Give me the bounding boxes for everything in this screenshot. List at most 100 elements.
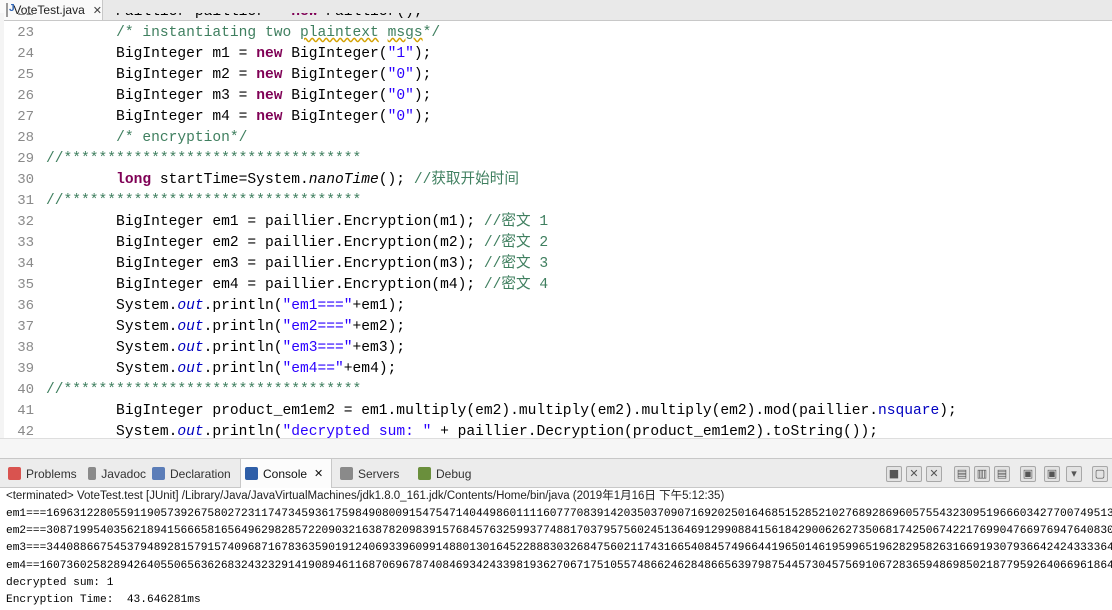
line-number: 40 bbox=[17, 382, 34, 398]
code-token: "em1===" bbox=[282, 298, 353, 314]
code-token: BigInteger em1 = paillier.Encryption(m1)… bbox=[46, 214, 484, 230]
code-token: "0" bbox=[387, 67, 414, 83]
code-token: +em3); bbox=[352, 340, 406, 356]
code-token: BigInteger em3 = paillier.Encryption(m3)… bbox=[46, 256, 484, 272]
code-token: System. bbox=[46, 298, 178, 314]
debug-icon bbox=[418, 467, 431, 480]
remove-launch-icon[interactable]: ✕ bbox=[906, 466, 922, 482]
terminate-icon[interactable]: ■ bbox=[886, 466, 902, 482]
code-token: (); bbox=[378, 172, 414, 188]
code-token: System. bbox=[46, 361, 178, 377]
code-token: "em2===" bbox=[282, 319, 353, 335]
tab-console[interactable]: Console ✕ bbox=[240, 459, 332, 488]
code-text: //********************************** bbox=[46, 380, 361, 401]
code-text: System.out.println("em4=="+em4); bbox=[46, 359, 396, 380]
pin-console-icon[interactable]: ▣ bbox=[1020, 466, 1036, 482]
code-token: ); bbox=[413, 88, 432, 104]
code-token: ); bbox=[413, 46, 432, 62]
clear-console-icon[interactable]: ▤ bbox=[954, 466, 970, 482]
code-token: System. bbox=[46, 340, 178, 356]
javadoc-icon bbox=[88, 467, 97, 480]
problems-icon bbox=[8, 467, 21, 480]
code-text: BigInteger em4 = paillier.Encryption(m4)… bbox=[46, 275, 548, 296]
line-number: 24 bbox=[17, 46, 34, 62]
code-token: BigInteger( bbox=[282, 88, 388, 104]
open-console-icon[interactable]: ▣ bbox=[1044, 466, 1060, 482]
code-token: "em4==" bbox=[282, 361, 344, 377]
code-token: .println( bbox=[203, 424, 283, 438]
code-line: 35 BigInteger em4 = paillier.Encryption(… bbox=[0, 275, 1112, 296]
code-text: BigInteger m4 = new BigInteger("0"); bbox=[46, 107, 431, 128]
code-token: nsquare bbox=[877, 403, 940, 419]
declaration-icon bbox=[152, 467, 165, 480]
tab-servers[interactable]: Servers bbox=[336, 459, 412, 488]
code-line: 29 //********************************** bbox=[0, 149, 1112, 170]
code-token: BigInteger m3 = bbox=[46, 88, 257, 104]
code-line: 30 long startTime=System.nanoTime(); //获… bbox=[0, 170, 1112, 191]
code-editor[interactable]: 22 Paillier paillier = new Paillier();23… bbox=[0, 13, 1112, 438]
code-token: BigInteger em2 = paillier.Encryption(m2)… bbox=[46, 235, 484, 251]
code-token: //密文 1 bbox=[483, 214, 549, 230]
console-view[interactable]: <terminated> VoteTest.test [JUnit] /Libr… bbox=[0, 488, 1112, 610]
show-console-icon[interactable]: ▤ bbox=[994, 466, 1010, 482]
code-token: out bbox=[177, 298, 204, 314]
code-text: System.out.println("em3==="+em3); bbox=[46, 338, 405, 359]
code-line: 32 BigInteger em1 = paillier.Encryption(… bbox=[0, 212, 1112, 233]
scroll-lock-icon[interactable]: ▥ bbox=[974, 466, 990, 482]
console-line: em2===3087199540356218941566658165649629… bbox=[6, 525, 1112, 538]
tab-label: Declaration bbox=[170, 466, 231, 481]
servers-icon bbox=[340, 467, 353, 480]
code-text: BigInteger m2 = new BigInteger("0"); bbox=[46, 65, 431, 86]
code-token: //********************************** bbox=[46, 382, 362, 398]
new-console-icon[interactable]: ▾ bbox=[1066, 466, 1082, 482]
remove-all-terminated-icon[interactable]: ✕ bbox=[926, 466, 942, 482]
line-number: 22 bbox=[0, 13, 34, 23]
tab-declaration[interactable]: Declaration bbox=[148, 459, 238, 488]
code-token: //********************************** bbox=[46, 193, 362, 209]
line-number: 35 bbox=[17, 277, 34, 293]
tab-problems[interactable]: Problems bbox=[4, 459, 82, 488]
code-token: "0" bbox=[387, 88, 414, 104]
code-line: 36 System.out.println("em1==="+em1); bbox=[0, 296, 1112, 317]
tab-label: Debug bbox=[436, 466, 472, 481]
code-line: 23 /* instantiating two plaintext msgs*/ bbox=[0, 23, 1112, 44]
code-token: .println( bbox=[203, 298, 283, 314]
code-token: new bbox=[256, 46, 283, 62]
line-number: 34 bbox=[17, 256, 34, 272]
code-token: plaintext bbox=[299, 25, 379, 41]
code-token: "em3===" bbox=[282, 340, 353, 356]
console-line: em3===3440886675453794892815791574096871… bbox=[6, 542, 1112, 555]
close-icon[interactable]: ✕ bbox=[314, 467, 323, 480]
line-number: 28 bbox=[17, 130, 34, 146]
code-token: ); bbox=[413, 67, 432, 83]
line-number: 37 bbox=[17, 319, 34, 335]
line-number: 36 bbox=[17, 298, 34, 314]
code-token: new bbox=[256, 109, 283, 125]
code-token: //********************************** bbox=[46, 151, 362, 167]
line-number: 41 bbox=[17, 403, 34, 419]
line-number: 26 bbox=[17, 88, 34, 104]
code-line: 34 BigInteger em3 = paillier.Encryption(… bbox=[0, 254, 1112, 275]
code-token: Paillier(); bbox=[318, 13, 422, 20]
code-token: BigInteger m2 = bbox=[46, 67, 257, 83]
code-text: System.out.println("decrypted sum: " + p… bbox=[46, 422, 878, 438]
editor-horizontal-scrollbar[interactable] bbox=[0, 438, 1112, 459]
maximize-icon[interactable]: ▢ bbox=[1092, 466, 1108, 482]
code-token: "0" bbox=[387, 109, 414, 125]
console-icon bbox=[245, 467, 258, 480]
code-token: +em1); bbox=[352, 298, 406, 314]
code-token: /* instantiating two bbox=[116, 25, 300, 41]
tab-javadoc[interactable]: Javadoc bbox=[84, 459, 146, 488]
code-token: BigInteger m4 = bbox=[46, 109, 257, 125]
code-token: //获取开始时间 bbox=[413, 172, 519, 188]
code-token: msgs bbox=[387, 25, 423, 41]
console-line: em4==16073602582894264055065636268324323… bbox=[6, 559, 1112, 572]
code-line: 42 System.out.println("decrypted sum: " … bbox=[0, 422, 1112, 438]
console-status-line: <terminated> VoteTest.test [JUnit] /Libr… bbox=[6, 490, 725, 502]
line-number: 33 bbox=[17, 235, 34, 251]
line-number: 30 bbox=[17, 172, 34, 188]
tab-debug[interactable]: Debug bbox=[414, 459, 474, 488]
tab-label: Console bbox=[263, 466, 308, 481]
